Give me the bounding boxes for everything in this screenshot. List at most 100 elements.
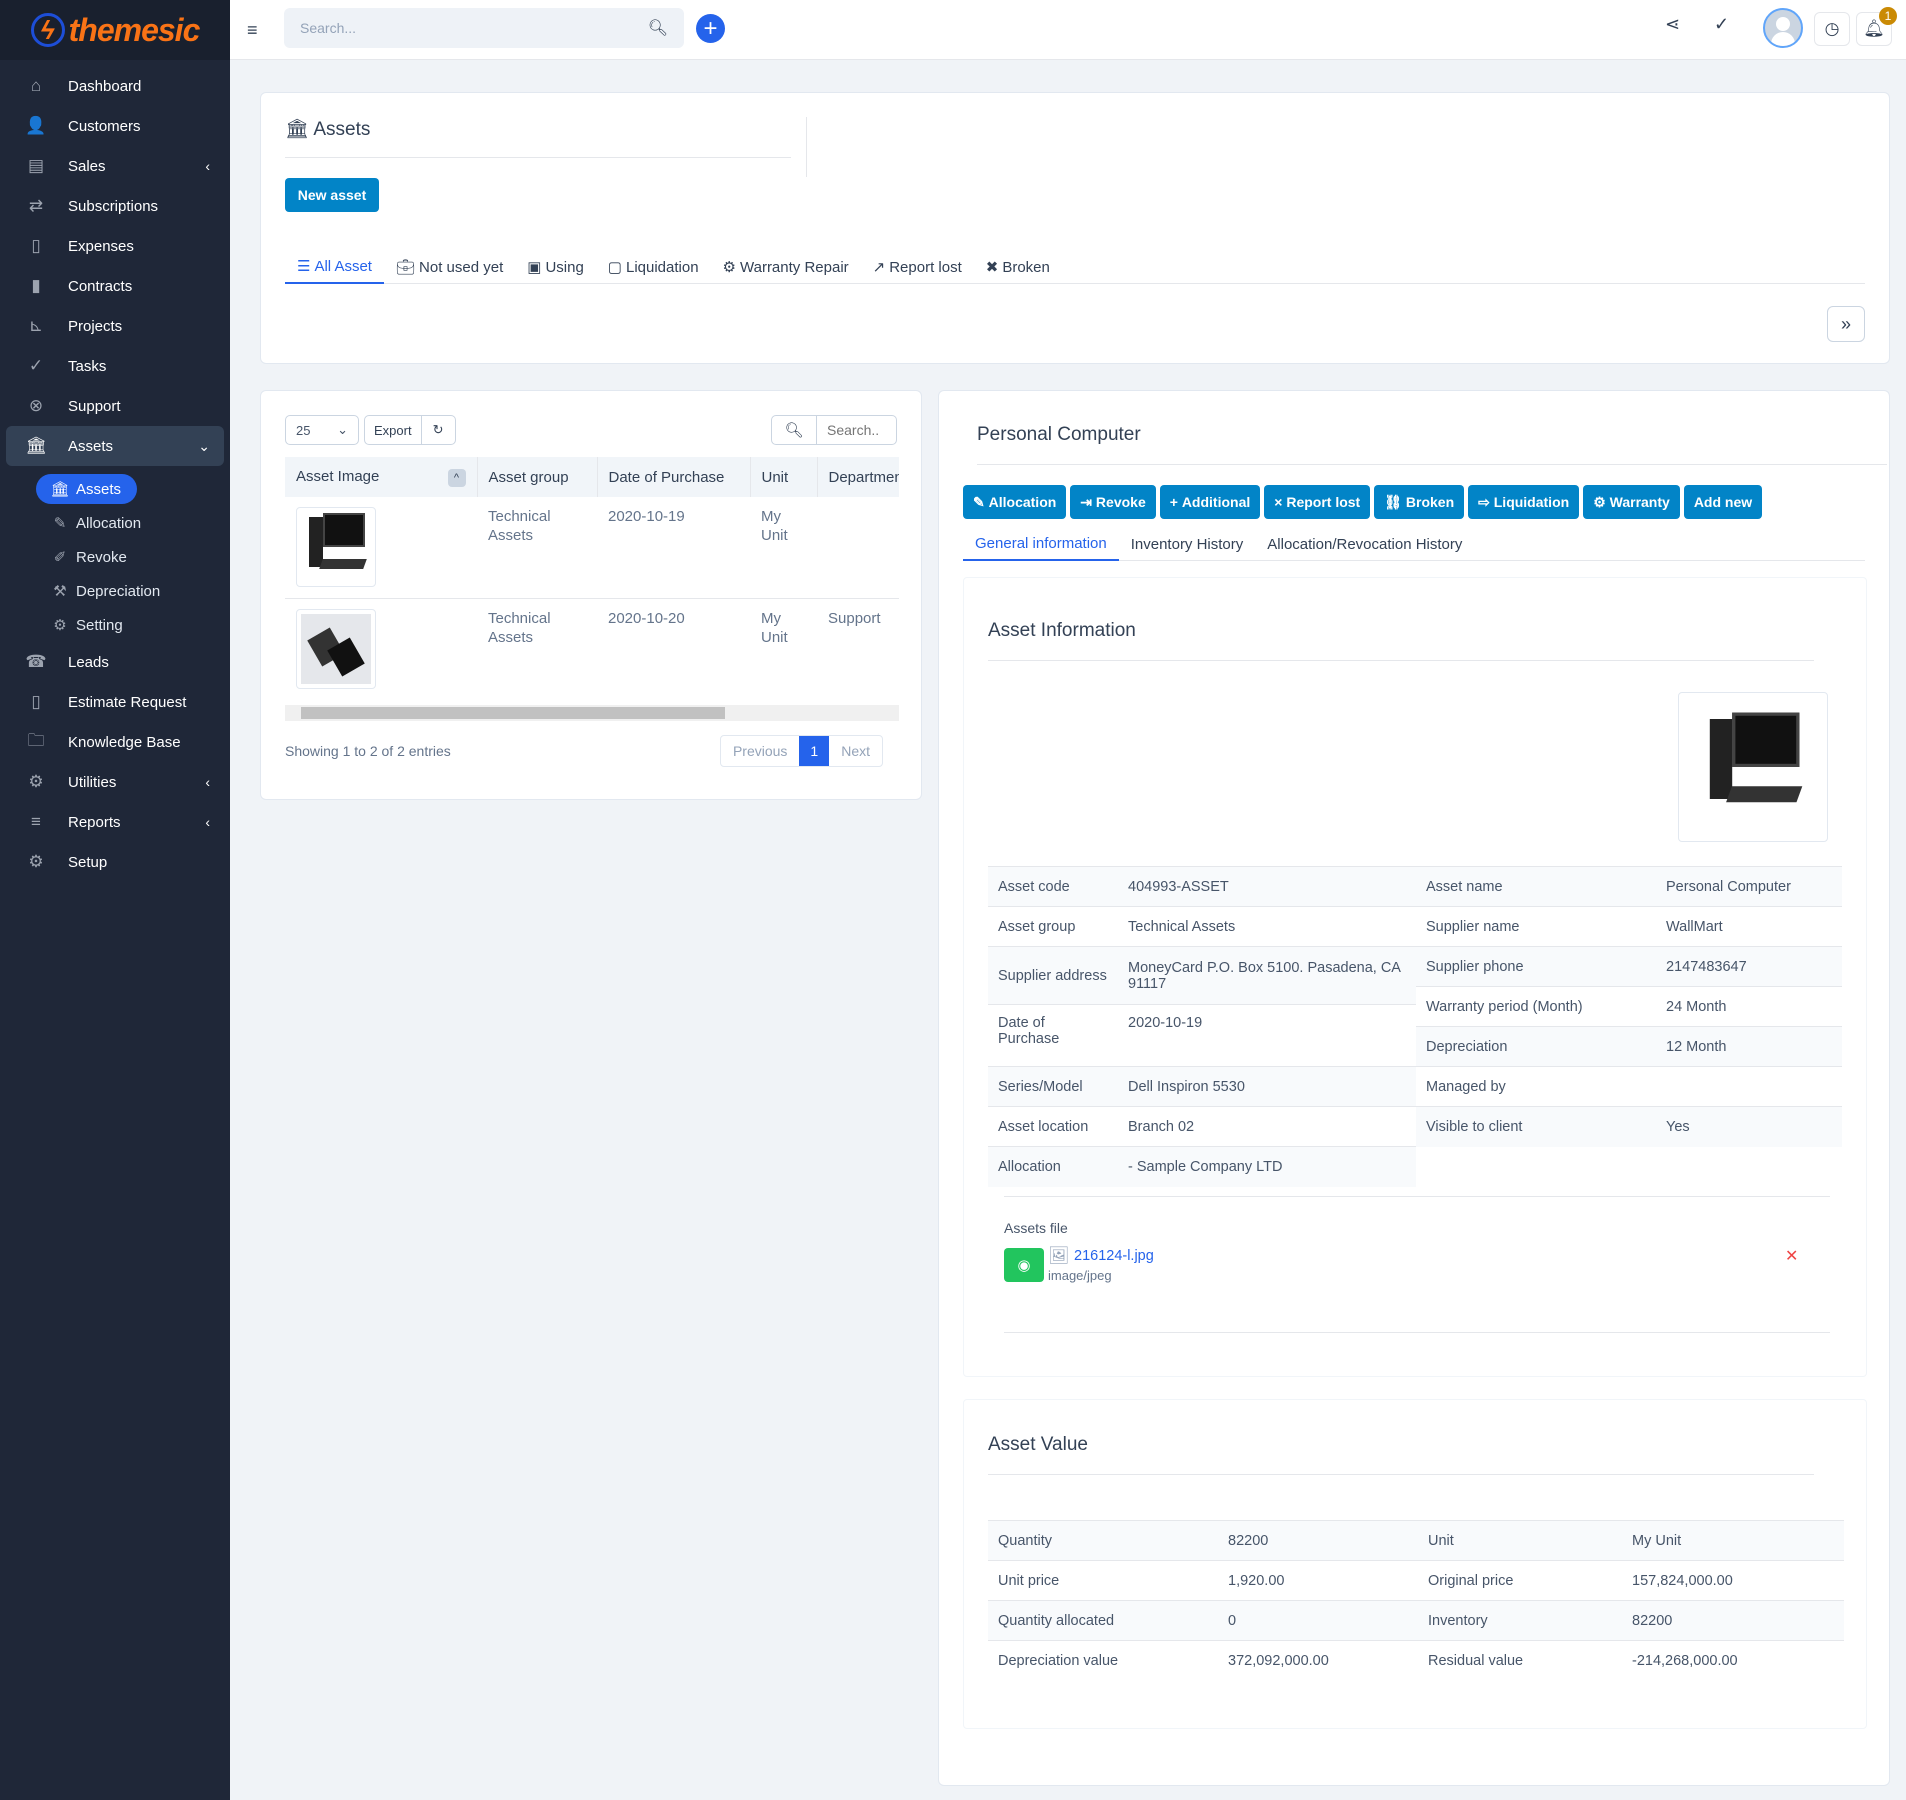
tab-warranty-repair[interactable]: ⚙ Warranty Repair bbox=[711, 250, 861, 284]
logo-bolt-icon: ϟ bbox=[30, 13, 65, 47]
edit-square-icon: ✐ bbox=[53, 549, 67, 566]
broken-button[interactable]: ⛓ Broken bbox=[1374, 485, 1465, 519]
sidebar-item-expenses[interactable]: ▯ Expenses bbox=[6, 226, 224, 266]
export-button[interactable]: Export bbox=[364, 415, 422, 445]
external-link-icon: ↗ bbox=[872, 259, 886, 276]
briefcase-icon: 💼︎ bbox=[395, 259, 416, 276]
detail-tabs: General information Inventory History Al… bbox=[963, 527, 1865, 561]
home-icon: ⌂ bbox=[30, 76, 42, 95]
sidebar-sub-setting[interactable]: ⚙ Setting bbox=[0, 608, 230, 642]
sidebar-item-reports[interactable]: ≡ Reports ‹ bbox=[6, 802, 224, 842]
page-size-select[interactable]: 25 ⌄ bbox=[285, 415, 359, 445]
sidebar-item-knowledge-base[interactable]: 🗀 Knowledge Base bbox=[6, 722, 224, 762]
computer-image bbox=[301, 507, 371, 587]
column-header[interactable]: Date of Purchase bbox=[597, 457, 751, 497]
unlink-icon: ⛓ bbox=[1384, 493, 1406, 510]
section-title: Asset Information bbox=[988, 620, 1136, 641]
pagination-page[interactable]: 1 bbox=[799, 736, 830, 766]
add-new-button[interactable]: Add new bbox=[1683, 485, 1763, 519]
liquidation-button[interactable]: ⇨ Liquidation bbox=[1468, 485, 1580, 519]
column-header[interactable]: Departmen bbox=[817, 457, 899, 497]
sort-up-icon[interactable]: ^ bbox=[447, 468, 466, 487]
section-title: Asset Value bbox=[988, 1434, 1088, 1455]
allocation-link[interactable]: - Sample Company LTD bbox=[1118, 1146, 1416, 1187]
info-table-right: Asset name Personal Computer Supplier nam… bbox=[1416, 866, 1842, 1147]
table-search-input[interactable] bbox=[817, 415, 897, 445]
tab-inventory-history[interactable]: Inventory History bbox=[1119, 527, 1256, 561]
business-cards-image bbox=[301, 613, 371, 684]
pagination-next[interactable]: Next bbox=[829, 736, 882, 766]
tab-liquidation[interactable]: ▢ Liquidation bbox=[596, 250, 711, 284]
sidebar-item-setup[interactable]: ⚙ Setup bbox=[6, 842, 224, 882]
cogs-icon: ⚙ bbox=[53, 617, 67, 634]
asset-detail-card: Personal Computer ✎ Allocation ⇥ Revoke … bbox=[938, 390, 1890, 1786]
file-icon: ▯ bbox=[31, 692, 41, 711]
assets-header-card: 🏛 Assets New asset ☰ All Asset 💼︎ Not used… bbox=[260, 92, 1890, 364]
asset-thumbnail[interactable] bbox=[296, 608, 376, 689]
sidebar-sub-depreciation[interactable]: ⚒ Depreciation bbox=[0, 574, 230, 608]
sidebar-item-assets[interactable]: 🏛 Assets ⌄ bbox=[6, 426, 224, 466]
user-avatar[interactable] bbox=[1763, 8, 1803, 48]
global-search-input[interactable]: Search... 🔍︎ bbox=[284, 8, 684, 48]
tab-report-lost[interactable]: ↗ Report lost bbox=[861, 250, 974, 284]
allocation-button[interactable]: ✎ Allocation bbox=[963, 485, 1067, 519]
notifications-button[interactable]: 🔔︎ 1 bbox=[1856, 7, 1897, 46]
sidebar-sub-assets[interactable]: 🏛 Assets bbox=[0, 472, 230, 506]
reload-button[interactable]: ↻ bbox=[421, 415, 456, 445]
receipt-icon: ▤ bbox=[27, 156, 45, 175]
timer-button[interactable]: ◷ bbox=[1814, 12, 1850, 46]
phone-icon: ☎ bbox=[25, 652, 47, 671]
warranty-button[interactable]: ⚙ Warranty bbox=[1583, 485, 1680, 519]
tab-allocation-revocation-history[interactable]: Allocation/Revocation History bbox=[1255, 527, 1474, 561]
pagination-previous[interactable]: Previous bbox=[721, 736, 799, 766]
sidebar-sub-allocation[interactable]: ✎ Allocation bbox=[0, 506, 230, 540]
report-lost-button[interactable]: × Report lost bbox=[1264, 485, 1371, 519]
user-icon: 👤 bbox=[25, 116, 47, 135]
sidebar-item-customers[interactable]: 👤 Customers bbox=[6, 106, 224, 146]
delete-file-icon[interactable]: ✕ bbox=[1785, 1246, 1798, 1266]
revoke-button[interactable]: ⇥ Revoke bbox=[1070, 485, 1156, 519]
tab-using[interactable]: ▣ Using bbox=[515, 250, 596, 284]
menu-toggle-icon[interactable]: ≡ bbox=[247, 20, 258, 41]
check-icon[interactable]: ✓ bbox=[1714, 14, 1729, 35]
sidebar-item-leads[interactable]: ☎ Leads bbox=[6, 642, 224, 682]
share-icon[interactable]: ⋖ bbox=[1665, 14, 1680, 35]
sign-out-icon: ⇨ bbox=[1478, 493, 1494, 510]
tab-not-used-yet[interactable]: 💼︎ Not used yet bbox=[384, 250, 515, 284]
sidebar-item-support[interactable]: ⊗ Support bbox=[6, 386, 224, 426]
sidebar-item-utilities[interactable]: ⚙ Utilities ‹ bbox=[6, 762, 224, 802]
sidebar-item-contracts[interactable]: ▮ Contracts bbox=[6, 266, 224, 306]
file-link[interactable]: 216124-l.jpg bbox=[1074, 1248, 1154, 1264]
search-icon: 🔍︎ bbox=[784, 422, 804, 439]
tab-general-information[interactable]: General information bbox=[963, 527, 1119, 561]
asset-image bbox=[1678, 692, 1828, 842]
additional-button[interactable]: + Additional bbox=[1159, 485, 1261, 519]
table-search-button[interactable]: 🔍︎ bbox=[771, 415, 817, 445]
sidebar-item-tasks[interactable]: ✓ Tasks bbox=[6, 346, 224, 386]
expand-button[interactable]: » bbox=[1827, 306, 1865, 342]
sidebar-item-dashboard[interactable]: ⌂ Dashboard bbox=[6, 66, 224, 106]
logo[interactable]: ϟ themesic bbox=[0, 0, 230, 60]
quick-create-button[interactable]: + bbox=[696, 14, 725, 43]
preview-file-button[interactable]: ◉ bbox=[1004, 1248, 1044, 1282]
sidebar-item-subscriptions[interactable]: ⇄ Subscriptions bbox=[6, 186, 224, 226]
status-tabs: ☰ All Asset 💼︎ Not used yet ▣ Using ▢ Liquid… bbox=[285, 250, 1865, 284]
column-header[interactable]: Unit bbox=[750, 457, 818, 497]
horizontal-scrollbar[interactable] bbox=[285, 705, 899, 721]
column-header[interactable]: Asset group bbox=[477, 457, 598, 497]
new-asset-button[interactable]: New asset bbox=[285, 178, 379, 212]
asset-thumbnail[interactable] bbox=[296, 507, 376, 587]
asset-value-panel: Asset Value Quantity 82200 Unit My Unit Uni… bbox=[963, 1399, 1867, 1729]
sidebar-sub-revoke[interactable]: ✐ Revoke bbox=[0, 540, 230, 574]
asset-detail-title: Personal Computer bbox=[977, 424, 1141, 445]
sidebar-item-projects[interactable]: ⊾ Projects bbox=[6, 306, 224, 346]
computer-image bbox=[1697, 703, 1809, 831]
sidebar-item-estimate-request[interactable]: ▯ Estimate Request bbox=[6, 682, 224, 722]
chevron-left-icon: ‹ bbox=[205, 158, 210, 174]
column-header[interactable]: Asset Image ^ bbox=[285, 457, 478, 497]
tab-all-asset[interactable]: ☰ All Asset bbox=[285, 250, 384, 284]
table-row[interactable]: Technical Assets 2020-10-20 My Unit Supp… bbox=[285, 598, 899, 699]
sidebar-item-sales[interactable]: ▤ Sales ‹ bbox=[6, 146, 224, 186]
table-row[interactable]: Technical Assets 2020-10-19 My Unit bbox=[285, 497, 899, 599]
tab-broken[interactable]: ✖ Broken bbox=[974, 250, 1062, 284]
